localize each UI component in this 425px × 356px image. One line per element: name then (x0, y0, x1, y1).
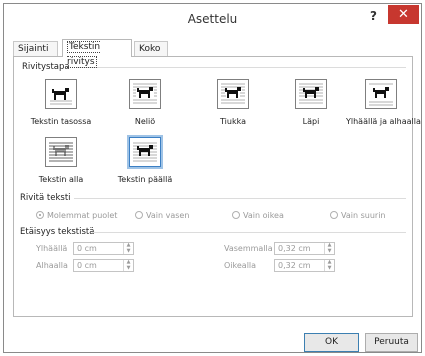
right-distance-label: Oikealla (224, 261, 257, 270)
wrap-option-through[interactable]: Läpi (276, 79, 346, 129)
tab-text-wrapping-label: Tekstin rivitys (67, 41, 101, 68)
wrap-option-label: Tekstin päällä (117, 175, 173, 184)
radio-label: Vain suurin (341, 211, 386, 220)
radio-largest-only[interactable]: Vain suurin (330, 211, 385, 220)
tab-size-label: Koko (139, 44, 161, 54)
wrap-option-tight[interactable]: Tiukka (198, 79, 268, 129)
top-distance-input[interactable]: 0 cm ▲ ▼ (73, 242, 134, 255)
wrap-option-label: Ylhäällä ja alhaalla (346, 117, 421, 126)
wrap-option-label: Neliö (134, 117, 156, 126)
in-front-of-text-icon (127, 135, 163, 169)
wrap-option-label: Tiukka (220, 117, 246, 126)
spinner-arrows-icon[interactable]: ▲ ▼ (324, 259, 334, 271)
radio-label: Vain oikea (243, 211, 284, 220)
field-value: 0,32 cm (278, 261, 311, 270)
tab-position-label: Sijainti (18, 44, 49, 54)
wrap-option-label: Tekstin alla (38, 175, 84, 184)
tab-panel: Rivitystapa Tekstin tasossa Neliö Tiukka (13, 56, 421, 317)
radio-label: Vain vasen (146, 211, 190, 220)
help-button[interactable]: ? (370, 9, 377, 23)
left-distance-input[interactable]: 0,32 cm ▲ ▼ (274, 242, 335, 255)
bottom-distance-label: Alhaalla (36, 261, 68, 270)
right-distance-input[interactable]: 0,32 cm ▲ ▼ (274, 259, 335, 272)
wrap-option-label: Tekstin tasossa (30, 117, 92, 126)
tab-size[interactable]: Koko (134, 41, 168, 56)
wrap-option-top-bottom[interactable]: Ylhäällä ja alhaalla (346, 79, 421, 129)
title-bar: Asettelu ? ✕ (4, 4, 421, 34)
wrap-text-heading: Rivitä teksti (20, 193, 71, 203)
wrapping-style-heading: Rivitystapa (22, 62, 70, 72)
radio-both-sides[interactable]: Molemmat puolet (36, 211, 117, 220)
radio-indicator (135, 211, 143, 219)
in-line-with-text-icon (45, 79, 77, 109)
distance-heading: Etäisyys tekstistä (20, 227, 95, 237)
radio-left-only[interactable]: Vain vasen (135, 211, 189, 220)
top-distance-label: Ylhäällä (36, 244, 68, 253)
wrap-option-behind[interactable]: Tekstin alla (26, 137, 96, 187)
wrap-option-label: Läpi (302, 117, 320, 126)
square-wrap-icon (129, 79, 161, 109)
radio-indicator (330, 211, 338, 219)
wrap-option-square[interactable]: Neliö (110, 79, 180, 129)
tab-position[interactable]: Sijainti (13, 41, 58, 56)
section-divider (76, 67, 406, 68)
ok-button[interactable]: OK (304, 333, 359, 352)
layout-dialog: Asettelu ? ✕ Sijainti Tekstin rivitys Ko… (3, 3, 422, 353)
wrap-option-in-front[interactable]: Tekstin päällä (110, 135, 180, 187)
dialog-title: Asettelu (187, 12, 238, 26)
through-wrap-icon (295, 79, 327, 109)
tab-text-wrapping[interactable]: Tekstin rivitys (62, 39, 132, 68)
top-and-bottom-icon (365, 79, 397, 109)
close-button[interactable]: ✕ (388, 5, 419, 24)
tight-wrap-icon (217, 79, 249, 109)
section-divider (74, 198, 406, 199)
radio-right-only[interactable]: Vain oikea (232, 211, 284, 220)
section-divider (92, 232, 406, 233)
radio-indicator (232, 211, 240, 219)
cancel-button[interactable]: Peruuta (365, 333, 418, 352)
behind-text-icon (45, 137, 77, 167)
bottom-distance-input[interactable]: 0 cm ▲ ▼ (73, 259, 134, 272)
radio-indicator (36, 211, 44, 219)
spinner-arrows-icon[interactable]: ▲ ▼ (123, 242, 133, 254)
field-value: 0 cm (77, 244, 97, 253)
radio-label: Molemmat puolet (47, 211, 118, 220)
spinner-arrows-icon[interactable]: ▲ ▼ (123, 259, 133, 271)
field-value: 0,32 cm (278, 244, 311, 253)
left-distance-label: Vasemmalla (224, 244, 273, 253)
field-value: 0 cm (77, 261, 97, 270)
wrap-option-inline[interactable]: Tekstin tasossa (26, 79, 96, 129)
spinner-arrows-icon[interactable]: ▲ ▼ (324, 242, 334, 254)
